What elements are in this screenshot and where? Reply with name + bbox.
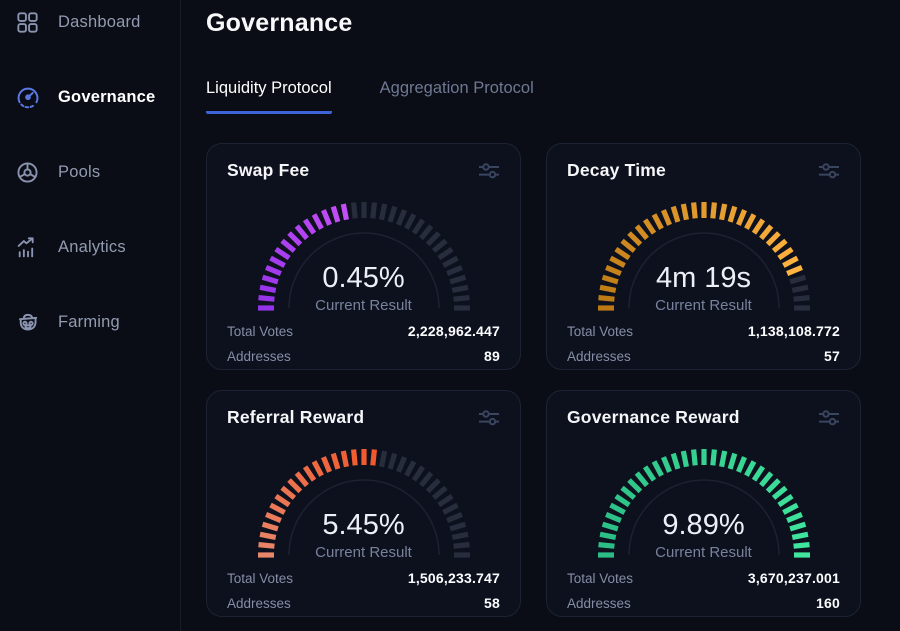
stat-label: Total Votes bbox=[567, 571, 633, 586]
tab-aggregation-protocol[interactable]: Aggregation Protocol bbox=[380, 79, 534, 114]
card-title: Referral Reward bbox=[227, 407, 364, 428]
farmer-pig-icon bbox=[14, 309, 41, 336]
stat-value: 2,228,962.447 bbox=[408, 323, 500, 339]
card-title: Governance Reward bbox=[567, 407, 740, 428]
sliders-icon[interactable] bbox=[818, 409, 840, 432]
stat-row-addresses: Addresses 57 bbox=[567, 348, 840, 364]
stat-row-addresses: Addresses 89 bbox=[227, 348, 500, 364]
stat-value: 58 bbox=[484, 595, 500, 611]
card-title: Swap Fee bbox=[227, 160, 309, 181]
sidebar-item-governance[interactable]: Governance bbox=[14, 75, 180, 119]
stat-label: Addresses bbox=[567, 349, 631, 364]
donut-chart-icon bbox=[14, 159, 41, 186]
sidebar: Dashboard Governance Pools bbox=[0, 0, 181, 631]
stat-value: 1,138,108.772 bbox=[748, 323, 840, 339]
sidebar-item-label: Analytics bbox=[58, 238, 126, 257]
card-decay-time: Decay Time 4m 19s Current Result Total V… bbox=[546, 143, 861, 370]
protocol-tabs: Liquidity Protocol Aggregation Protocol bbox=[206, 79, 534, 114]
stat-value: 57 bbox=[824, 348, 840, 364]
stat-row-total-votes: Total Votes 1,506,233.747 bbox=[227, 570, 500, 586]
sidebar-item-label: Farming bbox=[58, 313, 120, 332]
page-title: Governance bbox=[206, 9, 353, 38]
stat-label: Addresses bbox=[227, 349, 291, 364]
stat-value: 3,670,237.001 bbox=[748, 570, 840, 586]
card-title: Decay Time bbox=[567, 160, 666, 181]
governance-cards: Swap Fee 0.45% Current Result Total Vote… bbox=[206, 143, 861, 617]
gauge-sublabel: Current Result bbox=[251, 297, 477, 314]
sidebar-item-pools[interactable]: Pools bbox=[14, 150, 180, 194]
gauge-chart: 5.45% Current Result bbox=[251, 438, 477, 561]
sliders-icon[interactable] bbox=[478, 162, 500, 185]
card-swap-fee: Swap Fee 0.45% Current Result Total Vote… bbox=[206, 143, 521, 370]
stat-row-addresses: Addresses 58 bbox=[227, 595, 500, 611]
stat-label: Total Votes bbox=[227, 571, 293, 586]
stat-label: Addresses bbox=[567, 596, 631, 611]
card-governance-reward: Governance Reward 9.89% Current Result T… bbox=[546, 390, 861, 617]
tab-liquidity-protocol[interactable]: Liquidity Protocol bbox=[206, 79, 332, 114]
stat-row-total-votes: Total Votes 2,228,962.447 bbox=[227, 323, 500, 339]
stat-row-total-votes: Total Votes 1,138,108.772 bbox=[567, 323, 840, 339]
bar-chart-icon bbox=[14, 234, 41, 261]
gauge-value: 5.45% bbox=[251, 509, 477, 541]
sidebar-item-label: Governance bbox=[58, 88, 155, 107]
stat-value: 160 bbox=[816, 595, 840, 611]
sliders-icon[interactable] bbox=[478, 409, 500, 432]
sidebar-item-label: Pools bbox=[58, 163, 100, 182]
sliders-icon[interactable] bbox=[818, 162, 840, 185]
gauge-chart: 9.89% Current Result bbox=[591, 438, 817, 561]
stat-label: Total Votes bbox=[567, 324, 633, 339]
stat-label: Addresses bbox=[227, 596, 291, 611]
speedometer-icon bbox=[14, 84, 41, 111]
gauge-chart: 0.45% Current Result bbox=[251, 191, 477, 314]
sidebar-item-analytics[interactable]: Analytics bbox=[14, 225, 180, 269]
gauge-value: 9.89% bbox=[591, 509, 817, 541]
sidebar-item-dashboard[interactable]: Dashboard bbox=[14, 0, 180, 44]
dashboard-grid-icon bbox=[14, 9, 41, 36]
gauge-value: 4m 19s bbox=[591, 262, 817, 294]
gauge-chart: 4m 19s Current Result bbox=[591, 191, 817, 314]
sidebar-item-farming[interactable]: Farming bbox=[14, 300, 180, 344]
gauge-sublabel: Current Result bbox=[591, 544, 817, 561]
stat-row-total-votes: Total Votes 3,670,237.001 bbox=[567, 570, 840, 586]
main-content: Governance Liquidity Protocol Aggregatio… bbox=[181, 0, 900, 631]
stat-value: 1,506,233.747 bbox=[408, 570, 500, 586]
gauge-value: 0.45% bbox=[251, 262, 477, 294]
stat-row-addresses: Addresses 160 bbox=[567, 595, 840, 611]
card-referral-reward: Referral Reward 5.45% Current Result Tot… bbox=[206, 390, 521, 617]
sidebar-item-label: Dashboard bbox=[58, 13, 141, 32]
gauge-sublabel: Current Result bbox=[251, 544, 477, 561]
gauge-sublabel: Current Result bbox=[591, 297, 817, 314]
stat-value: 89 bbox=[484, 348, 500, 364]
stat-label: Total Votes bbox=[227, 324, 293, 339]
